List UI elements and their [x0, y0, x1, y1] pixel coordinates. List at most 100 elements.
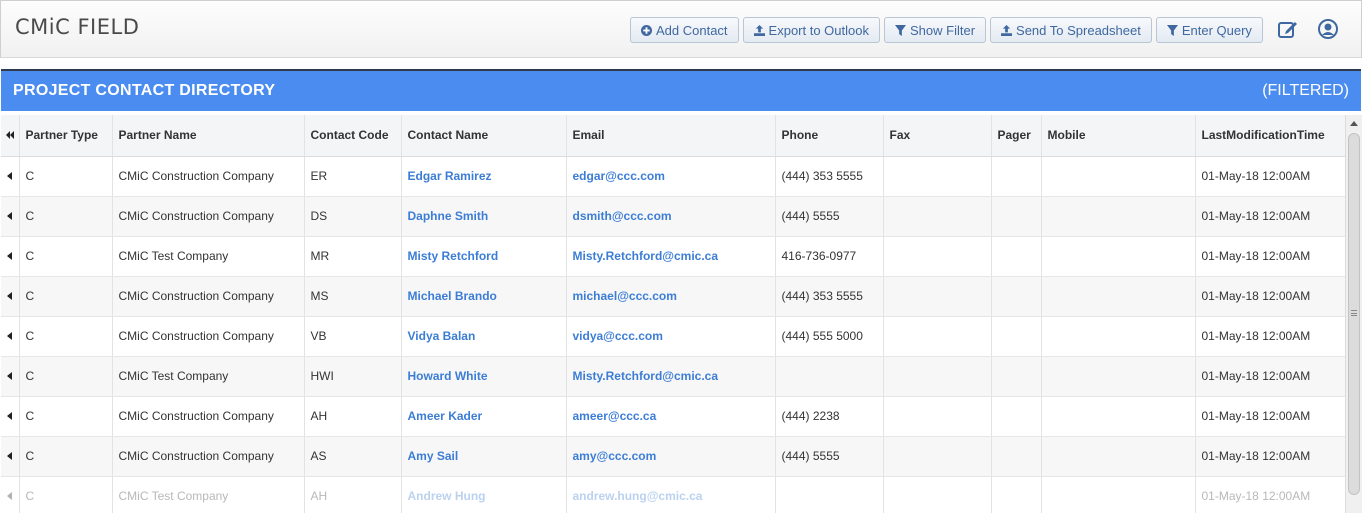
scrollbar-thumb[interactable] — [1348, 133, 1360, 495]
cell-email-link[interactable]: edgar@ccc.com — [566, 156, 776, 197]
cell-partner-name: CMiC Test Company — [112, 476, 305, 513]
table-row[interactable]: C CMiC Construction Company AS Amy Sail … — [1, 436, 1345, 477]
row-expand-toggle[interactable] — [1, 276, 20, 317]
header-pager[interactable]: Pager — [991, 115, 1042, 157]
toolbar: Add Contact Export to Outlook Show Filte… — [630, 17, 1263, 43]
cell-contact-name-link[interactable]: Howard White — [401, 356, 567, 397]
cell-last-modified: 01-May-18 12:00AM — [1195, 316, 1345, 357]
cell-contact-name-link[interactable]: Ameer Kader — [401, 396, 567, 437]
cell-phone: 416-736-0977 — [775, 236, 884, 277]
directory-title-bar: PROJECT CONTACT DIRECTORY (FILTERED) — [1, 69, 1361, 111]
cell-last-modified: 01-May-18 12:00AM — [1195, 436, 1345, 477]
row-expand-toggle[interactable] — [1, 476, 20, 513]
table-row[interactable]: C CMiC Test Company MR Misty Retchford M… — [1, 236, 1345, 277]
cell-last-modified: 01-May-18 12:00AM — [1195, 156, 1345, 197]
table-header-row: Partner Type Partner Name Contact Code C… — [1, 115, 1345, 157]
cell-contact-name-link[interactable]: Vidya Balan — [401, 316, 567, 357]
double-chevron-left-icon — [5, 131, 14, 140]
edit-icon[interactable] — [1277, 18, 1299, 40]
table-row[interactable]: C CMiC Construction Company DS Daphne Sm… — [1, 196, 1345, 237]
header-partner-type[interactable]: Partner Type — [19, 115, 113, 157]
cell-last-modified: 01-May-18 12:00AM — [1195, 396, 1345, 437]
header-partner-name[interactable]: Partner Name — [112, 115, 305, 157]
cell-email-link[interactable]: Misty.Retchford@cmic.ca — [566, 356, 776, 397]
upload-icon — [753, 24, 765, 36]
cell-fax — [883, 476, 992, 513]
row-expand-toggle[interactable] — [1, 396, 20, 437]
header-fax[interactable]: Fax — [883, 115, 992, 157]
vertical-scrollbar[interactable] — [1345, 115, 1362, 513]
row-expand-toggle[interactable] — [1, 316, 20, 357]
caret-left-icon — [7, 292, 13, 300]
cell-pager — [991, 156, 1042, 197]
row-expand-toggle[interactable] — [1, 436, 20, 477]
cell-pager — [991, 436, 1042, 477]
cell-contact-name-link[interactable]: Misty Retchford — [401, 236, 567, 277]
upload-icon — [1001, 24, 1013, 36]
cell-contact-code: AH — [304, 476, 402, 513]
cell-contact-name-link[interactable]: Amy Sail — [401, 436, 567, 477]
cell-fax — [883, 316, 992, 357]
grip-icon — [1351, 310, 1357, 316]
cell-contact-name-link[interactable]: Daphne Smith — [401, 196, 567, 237]
user-icon[interactable] — [1317, 18, 1339, 40]
cell-email-link[interactable]: amy@ccc.com — [566, 436, 776, 477]
scroll-up-arrow-icon[interactable] — [1350, 121, 1358, 126]
cell-contact-code: VB — [304, 316, 402, 357]
cell-contact-code: MS — [304, 276, 402, 317]
row-expand-toggle[interactable] — [1, 236, 20, 277]
caret-left-icon — [7, 492, 13, 500]
cell-partner-type: C — [19, 356, 113, 397]
cell-fax — [883, 156, 992, 197]
header-mobile[interactable]: Mobile — [1041, 115, 1196, 157]
collapse-all-toggle[interactable] — [1, 115, 20, 157]
table-row[interactable]: C CMiC Test Company AH Andrew Hung andre… — [1, 476, 1345, 513]
cell-fax — [883, 196, 992, 237]
add-contact-button[interactable]: Add Contact — [630, 17, 739, 43]
row-expand-toggle[interactable] — [1, 156, 20, 197]
cell-contact-name-link[interactable]: Edgar Ramirez — [401, 156, 567, 197]
cell-fax — [883, 276, 992, 317]
caret-left-icon — [7, 372, 13, 380]
header-last-modification-time[interactable]: LastModificationTime — [1195, 115, 1345, 157]
header-contact-code[interactable]: Contact Code — [304, 115, 402, 157]
filter-status: (FILTERED) — [1262, 82, 1349, 99]
cell-pager — [991, 236, 1042, 277]
header-contact-name[interactable]: Contact Name — [401, 115, 567, 157]
table-row[interactable]: C CMiC Construction Company VB Vidya Bal… — [1, 316, 1345, 357]
row-expand-toggle[interactable] — [1, 356, 20, 397]
cell-email-link[interactable]: dsmith@ccc.com — [566, 196, 776, 237]
table-row[interactable]: C CMiC Construction Company AH Ameer Kad… — [1, 396, 1345, 437]
cell-mobile — [1041, 436, 1196, 477]
cell-last-modified: 01-May-18 12:00AM — [1195, 476, 1345, 513]
cell-email-link[interactable]: andrew.hung@cmic.ca — [566, 476, 776, 513]
table-row[interactable]: C CMiC Construction Company MS Michael B… — [1, 276, 1345, 317]
cell-email-link[interactable]: ameer@ccc.ca — [566, 396, 776, 437]
cell-partner-type: C — [19, 436, 113, 477]
cell-contact-name-link[interactable]: Michael Brando — [401, 276, 567, 317]
cell-email-link[interactable]: Misty.Retchford@cmic.ca — [566, 236, 776, 277]
header-phone[interactable]: Phone — [775, 115, 884, 157]
cell-phone — [775, 476, 884, 513]
row-expand-toggle[interactable] — [1, 196, 20, 237]
cell-last-modified: 01-May-18 12:00AM — [1195, 236, 1345, 277]
cell-email-link[interactable]: vidya@ccc.com — [566, 316, 776, 357]
cell-partner-name: CMiC Construction Company — [112, 436, 305, 477]
header-email[interactable]: Email — [566, 115, 776, 157]
cell-last-modified: 01-May-18 12:00AM — [1195, 276, 1345, 317]
cell-mobile — [1041, 356, 1196, 397]
show-filter-button[interactable]: Show Filter — [884, 17, 987, 43]
cell-contact-code: ER — [304, 156, 402, 197]
enter-query-button[interactable]: Enter Query — [1155, 17, 1263, 43]
export-to-outlook-button[interactable]: Export to Outlook — [742, 17, 880, 43]
send-to-spreadsheet-label: Send To Spreadsheet — [1016, 22, 1141, 38]
table-row[interactable]: C CMiC Construction Company ER Edgar Ram… — [1, 156, 1345, 197]
cell-email-link[interactable]: michael@ccc.com — [566, 276, 776, 317]
cell-contact-name-link[interactable]: Andrew Hung — [401, 476, 567, 513]
cell-phone — [775, 356, 884, 397]
send-to-spreadsheet-button[interactable]: Send To Spreadsheet — [990, 17, 1152, 43]
cell-partner-name: CMiC Construction Company — [112, 396, 305, 437]
table-row[interactable]: C CMiC Test Company HWI Howard White Mis… — [1, 356, 1345, 397]
filter-icon — [1166, 24, 1178, 36]
caret-left-icon — [7, 332, 13, 340]
